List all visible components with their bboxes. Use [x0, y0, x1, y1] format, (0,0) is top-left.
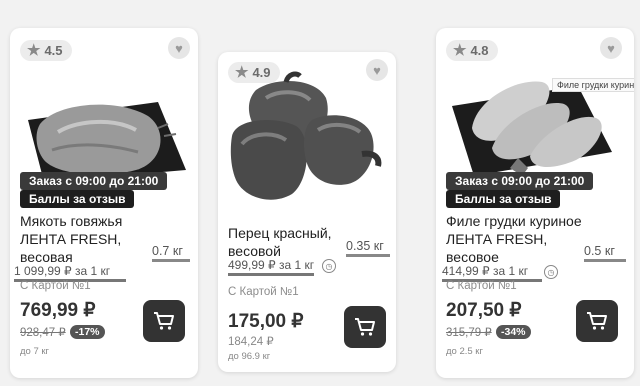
weight-label: 0.35 кг [346, 238, 390, 257]
weight-label: 0.5 кг [584, 243, 626, 262]
cart-icon [587, 312, 607, 330]
product-card[interactable]: ★ 4.8 ♥ Филе грудки куриное Заказ с 09:0… [436, 28, 634, 378]
add-to-cart-button[interactable] [143, 300, 185, 342]
product-image-pepper[interactable] [226, 70, 386, 210]
weight-label: 0.7 кг [152, 243, 190, 262]
add-to-cart-button[interactable] [344, 306, 386, 348]
price-history-icon[interactable]: ◷ [322, 259, 336, 273]
product-name[interactable]: Мякоть говяжья ЛЕНТА FRESH, весовая [20, 212, 160, 266]
product-name-line: Филе грудки куриное [446, 213, 582, 229]
product-name-line: ЛЕНТА FRESH, [20, 231, 122, 247]
product-name[interactable]: Филе грудки куриное ЛЕНТА FRESH, весовое [446, 212, 586, 266]
rating-badge: ★ 4.5 [20, 40, 72, 61]
product-card[interactable]: ★ 4.9 ♥ Перец красный, весовой 0.35 кг 4… [218, 52, 396, 372]
unit-price: 499,99 ₽ за 1 кг [228, 258, 314, 276]
product-name[interactable]: Перец красный, весовой [228, 224, 338, 260]
product-name-line: Перец красный, [228, 225, 332, 241]
current-price: 769,99 ₽ [20, 300, 96, 321]
product-image-beef[interactable] [18, 72, 190, 182]
current-price: 207,50 ₽ [446, 300, 522, 321]
rating-value: 4.5 [44, 43, 63, 58]
delivery-time-badge: Заказ с 09:00 до 21:00 [446, 172, 594, 190]
cart-icon [154, 312, 174, 330]
discount-badge: -17% [70, 325, 105, 339]
loyalty-card-label: С Картой №1 [446, 280, 517, 292]
star-icon: ★ [453, 42, 467, 59]
review-points-badge: Баллы за отзыв [446, 190, 561, 208]
add-to-cart-button[interactable] [576, 300, 618, 342]
product-name-tooltip: Филе грудки куриное [552, 78, 634, 92]
current-price: 175,00 ₽ [228, 311, 304, 332]
loyalty-card-label: С Картой №1 [228, 286, 299, 298]
rating-badge: ★ 4.8 [446, 40, 498, 61]
product-name-line: Мякоть говяжья [20, 213, 123, 229]
delivery-time-badge: Заказ с 09:00 до 21:00 [20, 172, 168, 190]
product-name-line: ЛЕНТА FRESH, [446, 231, 548, 247]
favorite-heart-icon[interactable]: ♥ [600, 37, 622, 59]
regular-price: 184,24 ₽ [228, 336, 274, 348]
purchase-limit: до 2.5 кг [446, 346, 483, 357]
product-card[interactable]: ★ 4.5 ♥ Заказ с 09:00 до 21:00 Баллы за … [10, 28, 198, 378]
loyalty-card-label: С Картой №1 [20, 280, 91, 292]
discount-badge: -34% [496, 325, 531, 339]
review-points-badge: Баллы за отзыв [20, 190, 135, 208]
purchase-limit: до 7 кг [20, 346, 50, 357]
rating-value: 4.8 [470, 43, 489, 58]
old-price: 315,79 ₽ [446, 327, 492, 339]
purchase-limit: до 96.9 кг [228, 351, 271, 362]
price-history-icon[interactable]: ◷ [544, 265, 558, 279]
old-price: 928,47 ₽ [20, 327, 66, 339]
favorite-heart-icon[interactable]: ♥ [168, 37, 190, 59]
cart-icon [355, 318, 375, 336]
star-icon: ★ [27, 42, 41, 59]
